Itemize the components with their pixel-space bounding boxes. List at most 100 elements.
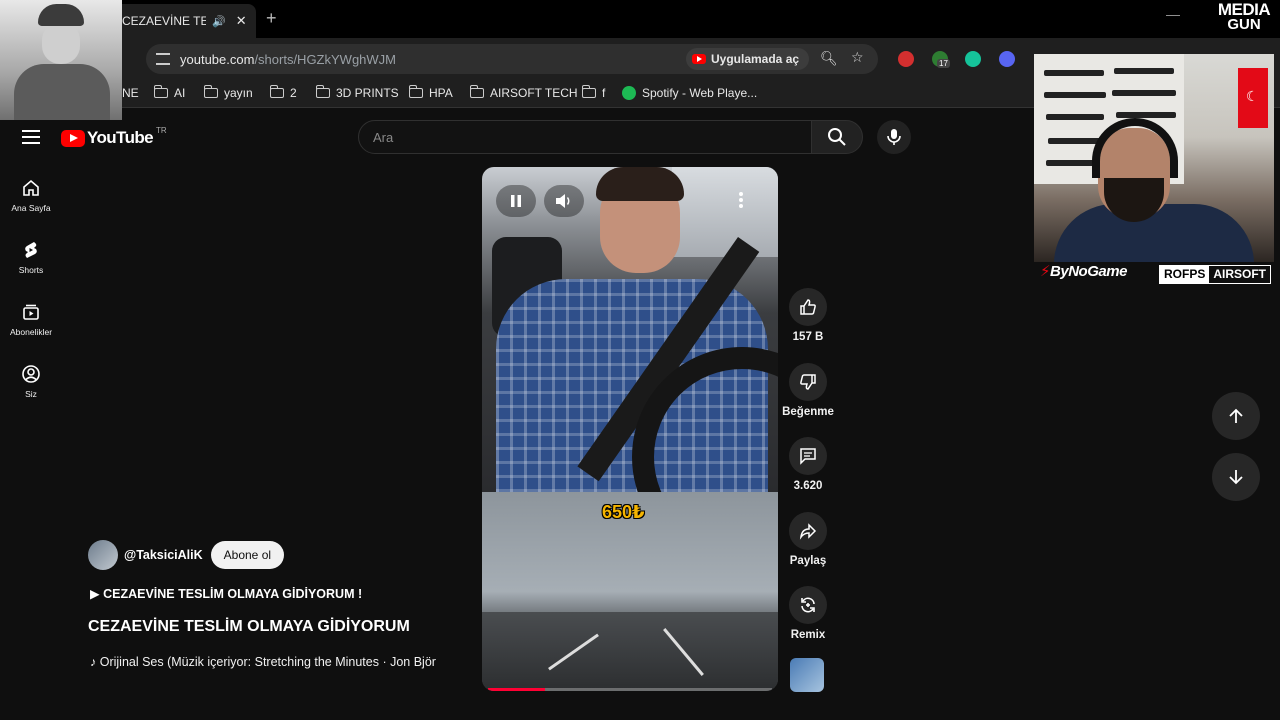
bookmark-label: HPA <box>429 86 453 100</box>
guide-item-you[interactable]: Siz <box>0 364 62 414</box>
portrait-face <box>42 22 80 64</box>
channel-handle[interactable]: @TaksiciAliK <box>124 548 203 562</box>
share-icon <box>799 523 817 540</box>
previous-short-button[interactable] <box>1212 392 1260 440</box>
tab-close-icon[interactable]: ✕ <box>236 13 247 29</box>
road <box>482 612 778 691</box>
dislike-button[interactable]: Beğenme <box>782 363 834 418</box>
extension-red-icon[interactable] <box>898 51 914 67</box>
omnibox-url[interactable]: youtube.com/shorts/HGZkYWghWJM <box>180 52 396 67</box>
short-title[interactable]: CEZAEVİNE TESLİM OLMAYA GİDİYORUM <box>88 618 410 636</box>
search-input[interactable]: Ara <box>358 120 812 154</box>
webcam-overlay: ☾ <box>1034 54 1274 262</box>
share-button[interactable]: Paylaş <box>784 512 832 567</box>
new-tab-icon[interactable]: + <box>266 8 277 29</box>
menu-icon[interactable] <box>22 130 40 144</box>
more-options-icon[interactable] <box>738 191 744 214</box>
like-count: 157 B <box>792 331 824 343</box>
thumbs-up-icon <box>800 299 816 315</box>
grammarly-icon[interactable] <box>965 51 981 67</box>
window-minimize-icon[interactable]: — <box>1166 6 1180 22</box>
youtube-logo-text: YouTube <box>87 128 154 147</box>
comments-button[interactable]: 3.620 <box>784 437 832 492</box>
lane-marking <box>548 633 599 671</box>
open-in-app-chip[interactable]: Uygulamada aç <box>686 48 810 70</box>
comment-count: 3.620 <box>793 480 823 492</box>
guide-item-subscriptions[interactable]: Abonelikler <box>0 302 62 352</box>
bookmark-folder[interactable]: yayın <box>203 85 253 100</box>
video-progress-bar[interactable] <box>488 688 772 691</box>
music-info[interactable]: ♪ Orijinal Ses (Müzik içeriyor: Stretchi… <box>90 655 436 669</box>
site-info-icon[interactable] <box>156 53 170 65</box>
bynogame-logo: ⚡ByNoGame <box>1040 263 1127 280</box>
bookmark-folder[interactable]: 2 <box>269 85 297 100</box>
bookmark-folder[interactable]: HPA <box>408 85 453 100</box>
like-button[interactable]: 157 B <box>784 288 832 343</box>
url-host: youtube.com <box>180 51 255 67</box>
video-frame-driver <box>482 167 778 567</box>
video-frame-road: 650₺ <box>482 492 778 691</box>
rifle-shape <box>1046 114 1104 120</box>
next-short-button[interactable] <box>1212 453 1260 501</box>
bookmark-folder[interactable]: AIRSOFT TECH <box>469 85 578 100</box>
bookmark-label: 3D PRINTS <box>336 86 399 100</box>
volume-button[interactable] <box>544 185 584 217</box>
rifle-shape <box>1112 90 1176 96</box>
sponsor-right: AIRSOFT <box>1213 267 1267 281</box>
voice-search-button[interactable] <box>877 120 911 154</box>
spotify-icon <box>622 86 636 100</box>
channel-avatar[interactable] <box>88 540 118 570</box>
short-video-player[interactable]: 650₺ <box>482 167 778 691</box>
bookmark-item[interactable]: NE <box>122 86 139 100</box>
search-button[interactable] <box>811 120 863 154</box>
tab-audio-icon[interactable]: 🔊 <box>212 15 226 28</box>
guide-label: Abonelikler <box>9 327 53 337</box>
price-overlay: 650₺ <box>602 502 645 522</box>
turkish-flag: ☾ <box>1238 68 1268 128</box>
subscribe-button[interactable]: Abone ol <box>210 541 285 569</box>
youtube-small-icon <box>692 54 706 64</box>
bookmark-spotify[interactable]: Spotify - Web Playe... <box>622 86 757 100</box>
folder-icon <box>408 85 423 98</box>
guide-item-shorts[interactable]: Shorts <box>0 240 62 290</box>
browser-tab-strip: CEZAEVİNE TESLİM OLMAYA GİDİYORUM 🔊 ✕ + … <box>0 0 1280 38</box>
bookmark-folder[interactable]: AI <box>153 85 186 100</box>
pause-button[interactable] <box>496 185 536 217</box>
bookmark-star-icon[interactable]: ☆ <box>851 49 864 66</box>
remix-button[interactable]: Remix <box>784 586 832 641</box>
youtube-logo[interactable]: YouTube TR <box>61 126 167 148</box>
comment-icon <box>800 448 816 465</box>
short-metadata: @TaksiciAliK Abone ol ▶ CEZAEVİNE TESLİM… <box>88 540 478 669</box>
extension-green-icon[interactable]: 17 <box>932 51 950 68</box>
remix-icon <box>801 597 815 613</box>
bookmark-label: NE <box>122 86 139 100</box>
sponsor-left: ROFPS <box>1160 266 1210 283</box>
sound-thumbnail[interactable] <box>790 658 824 692</box>
zoom-icon[interactable]: 🔍︎ <box>820 50 838 67</box>
search-placeholder: Ara <box>373 129 394 145</box>
bookmark-label: yayın <box>224 86 253 100</box>
channel-row: @TaksiciAliK Abone ol <box>88 540 478 570</box>
browser-tab-active[interactable]: CEZAEVİNE TESLİM OLMAYA GİDİYORUM 🔊 ✕ <box>110 4 256 38</box>
bookmark-label: AI <box>174 86 186 100</box>
short-description[interactable]: ▶ CEZAEVİNE TESLİM OLMAYA GİDİYORUM ! <box>90 586 362 601</box>
pause-icon <box>511 195 521 207</box>
media-gun-logo: MEDIA GUN <box>1212 1 1276 32</box>
car-window <box>672 167 778 257</box>
arrow-up-icon <box>1229 408 1243 423</box>
youtube-play-icon <box>61 129 85 147</box>
rifle-shape <box>1044 92 1106 98</box>
driver-hair <box>596 167 684 201</box>
rofps-airsoft-logo: ROFPS AIRSOFT <box>1159 265 1271 284</box>
volume-icon <box>556 194 570 208</box>
bookmark-folder[interactable]: 3D PRINTS <box>315 85 399 100</box>
guide-item-home[interactable]: Ana Sayfa <box>0 178 62 228</box>
discord-icon[interactable] <box>999 51 1015 67</box>
subscriptions-icon <box>23 304 39 320</box>
arrow-down-icon <box>1229 470 1243 485</box>
extension-badge: 17 <box>937 59 950 68</box>
microphone-icon <box>887 129 901 145</box>
bookmark-folder[interactable]: f <box>581 85 605 100</box>
guide-label: Shorts <box>18 265 44 275</box>
lane-marking <box>663 628 704 676</box>
